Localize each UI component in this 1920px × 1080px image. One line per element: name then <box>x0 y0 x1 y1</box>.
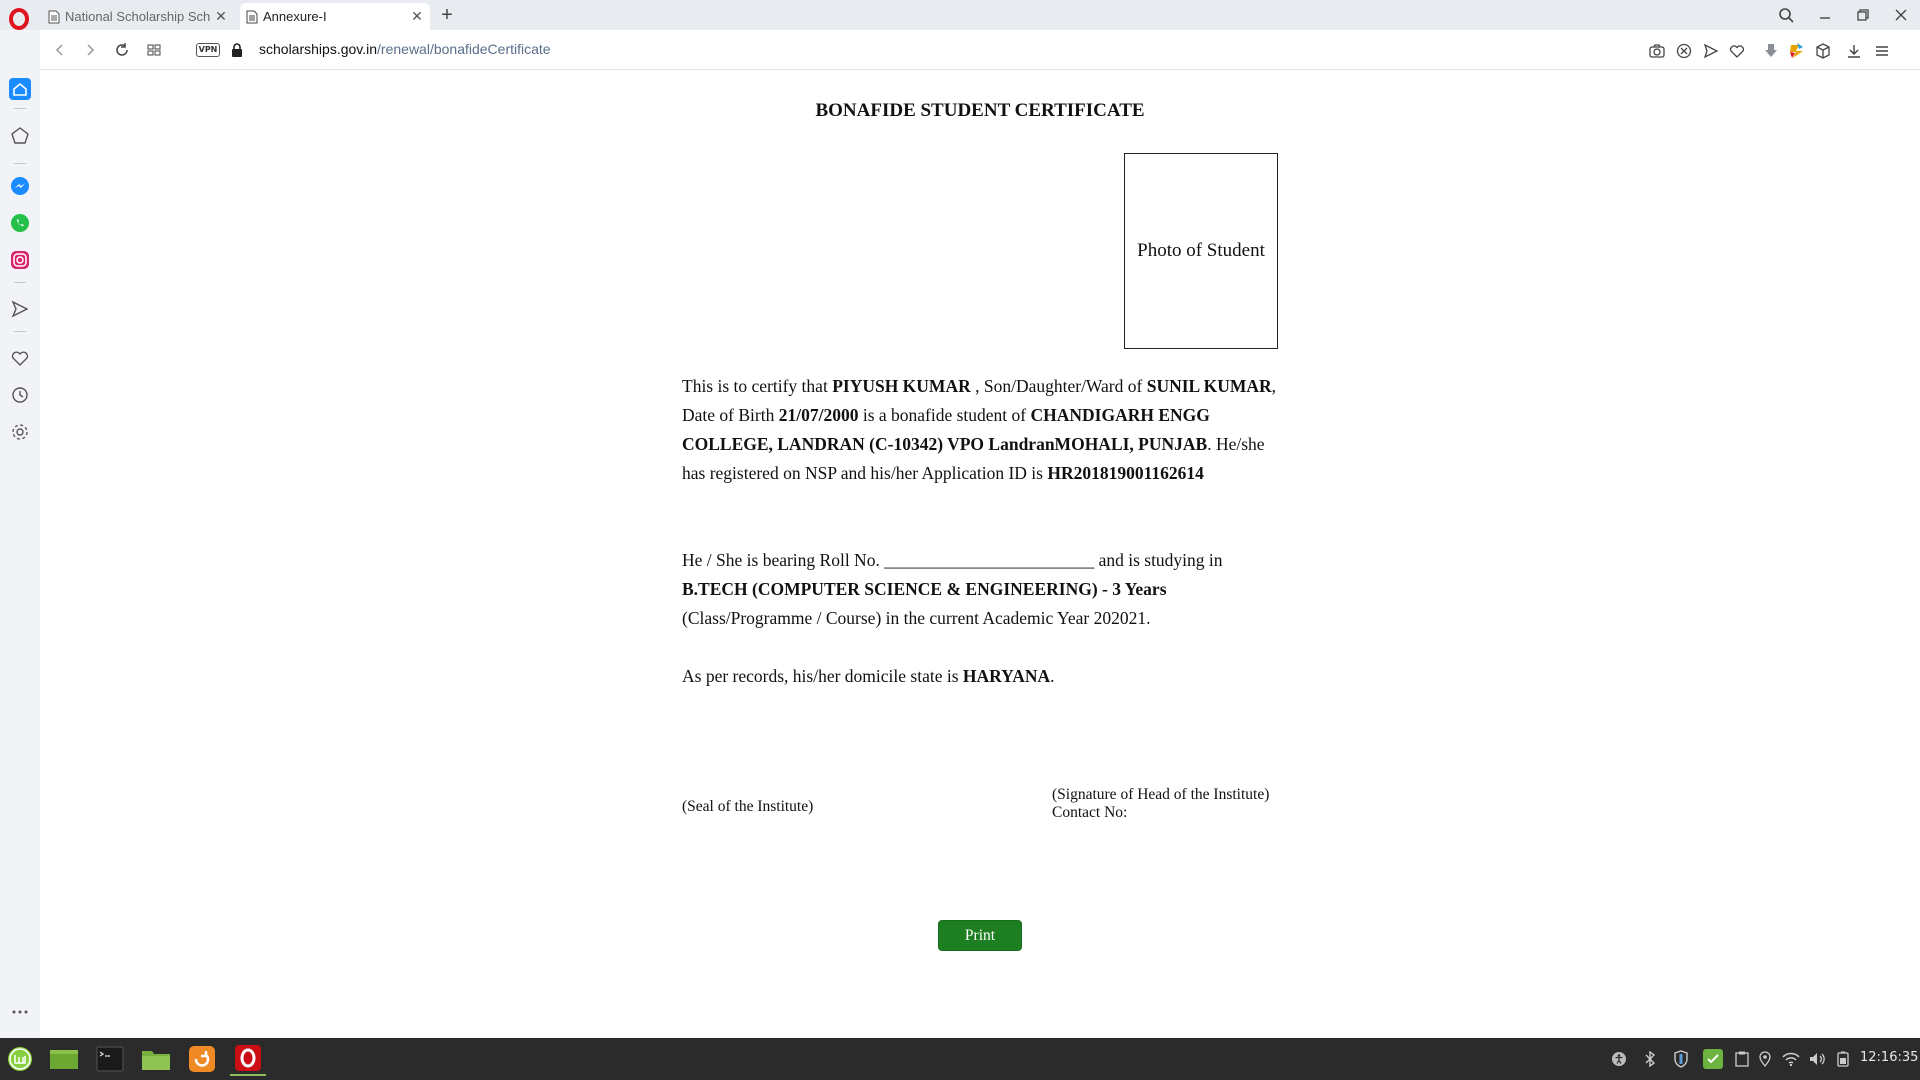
shield-icon[interactable] <box>1672 1050 1690 1068</box>
opera-menu-icon[interactable] <box>8 8 30 30</box>
signature-block: (Signature of Head of the Institute) Con… <box>1052 786 1269 822</box>
download-arrow-icon[interactable] <box>1762 42 1780 60</box>
new-tab-button[interactable]: + <box>436 4 458 26</box>
text: He / She is bearing Roll No. ___________… <box>682 550 1223 570</box>
send-to-flow-icon[interactable] <box>1702 42 1720 60</box>
certificate-paragraph-identity: This is to certify that PIYUSH KUMAR , S… <box>682 372 1282 488</box>
ad-blocker-icon[interactable] <box>1675 42 1693 60</box>
extensions-cube-icon[interactable] <box>1814 42 1832 60</box>
sidebar-separator <box>14 108 26 109</box>
sidebar <box>0 30 40 1038</box>
heart-icon[interactable] <box>9 347 31 369</box>
text: . <box>1050 666 1055 686</box>
battery-icon[interactable] <box>1834 1050 1852 1068</box>
opera-browser-taskbar-icon[interactable] <box>230 1042 266 1076</box>
close-window-button[interactable] <box>1888 4 1914 26</box>
tab-title: National Scholarship Sch <box>65 9 211 24</box>
tab-bar: National Scholarship Sch ✕ Annexure-I ✕ … <box>0 0 1920 30</box>
vpn-badge[interactable]: VPN <box>196 43 220 57</box>
tab-grid-icon[interactable] <box>144 40 164 60</box>
software-updater-icon[interactable] <box>184 1042 220 1076</box>
show-desktop-icon[interactable] <box>46 1042 82 1076</box>
text: (Class/Programme / Course) in the curren… <box>682 608 1151 628</box>
close-tab-icon[interactable]: ✕ <box>410 9 424 23</box>
document-icon <box>48 10 60 23</box>
seal-label: (Seal of the Institute) <box>682 798 814 815</box>
easy-setup-menu-icon[interactable] <box>1873 42 1891 60</box>
update-check-icon[interactable] <box>1703 1049 1723 1069</box>
certificate-page: BONAFIDE STUDENT CERTIFICATE Photo of St… <box>40 70 1920 1038</box>
url-domain: scholarships.gov.in <box>259 41 378 57</box>
speed-dial-icon[interactable] <box>9 125 31 147</box>
bookmark-heart-icon[interactable] <box>1728 42 1746 60</box>
parent-name: SUNIL KUMAR <box>1146 376 1272 396</box>
downloads-icon[interactable] <box>1845 42 1863 60</box>
course-name: B.TECH (COMPUTER SCIENCE & ENGINEERING) … <box>682 579 1167 599</box>
more-options-icon[interactable] <box>9 1001 31 1023</box>
back-icon[interactable] <box>50 40 70 60</box>
instagram-icon[interactable] <box>9 249 31 271</box>
taskbar: 12:16:35 <box>0 1038 1920 1080</box>
lock-icon[interactable] <box>230 43 244 57</box>
contact-label: Contact No: <box>1052 804 1128 821</box>
text: , Son/Daughter/Ward of <box>970 376 1147 396</box>
certificate-title: BONAFIDE STUDENT CERTIFICATE <box>815 100 1145 121</box>
send-icon[interactable] <box>9 298 31 320</box>
sidebar-separator <box>14 331 26 332</box>
url-field[interactable]: scholarships.gov.in/renewal/bonafideCert… <box>259 41 551 57</box>
search-tabs-icon[interactable] <box>1773 4 1799 26</box>
print-button[interactable]: Print <box>938 920 1022 951</box>
close-tab-icon[interactable]: ✕ <box>214 9 228 23</box>
student-photo-placeholder: Photo of Student <box>1124 153 1278 349</box>
student-name: PIYUSH KUMAR <box>832 376 971 396</box>
text: This is to certify that <box>682 376 833 396</box>
clipboard-icon[interactable] <box>1733 1050 1751 1068</box>
url-path: /renewal/bonafideCertificate <box>377 41 551 57</box>
whatsapp-icon[interactable] <box>9 212 31 234</box>
application-id: HR201819001162614 <box>1047 463 1204 483</box>
extension-colorful-icon[interactable] <box>1788 42 1806 60</box>
address-bar: VPN scholarships.gov.in/renewal/bonafide… <box>40 30 1920 70</box>
sidebar-separator <box>14 163 26 164</box>
file-manager-icon[interactable] <box>138 1042 174 1076</box>
tab-national-scholarship[interactable]: National Scholarship Sch ✕ <box>46 3 234 30</box>
clock[interactable]: 12:16:35 <box>1860 1050 1918 1065</box>
minimize-button[interactable] <box>1812 4 1838 26</box>
certificate-paragraph-domicile: As per records, his/her domicile state i… <box>682 662 1282 691</box>
domicile-state: HARYANA <box>962 666 1051 686</box>
sidebar-separator <box>14 282 26 283</box>
wifi-icon[interactable] <box>1782 1050 1800 1068</box>
mint-menu-icon[interactable] <box>2 1042 38 1076</box>
volume-icon[interactable] <box>1808 1050 1826 1068</box>
terminal-icon[interactable] <box>92 1042 128 1076</box>
forward-icon[interactable] <box>80 40 100 60</box>
home-icon[interactable] <box>9 78 31 100</box>
certificate-paragraph-course: He / She is bearing Roll No. ___________… <box>682 546 1282 633</box>
accessibility-icon[interactable] <box>1610 1050 1628 1068</box>
date-of-birth: 21/07/2000 <box>778 405 859 425</box>
messenger-icon[interactable] <box>9 175 31 197</box>
settings-gear-icon[interactable] <box>9 421 31 443</box>
text: As per records, his/her domicile state i… <box>682 666 963 686</box>
tab-annexure[interactable]: Annexure-I ✕ <box>240 3 430 30</box>
signature-label: (Signature of Head of the Institute) <box>1052 786 1270 803</box>
document-icon <box>246 10 258 23</box>
tab-title: Annexure-I <box>263 9 327 24</box>
restore-button[interactable] <box>1850 4 1876 26</box>
photo-label: Photo of Student <box>1137 240 1265 261</box>
location-pin-icon[interactable] <box>1756 1050 1774 1068</box>
text: is a bonafide student of <box>858 405 1031 425</box>
snapshot-camera-icon[interactable] <box>1648 42 1666 60</box>
bluetooth-icon[interactable] <box>1641 1050 1659 1068</box>
history-icon[interactable] <box>9 384 31 406</box>
reload-icon[interactable] <box>112 40 132 60</box>
